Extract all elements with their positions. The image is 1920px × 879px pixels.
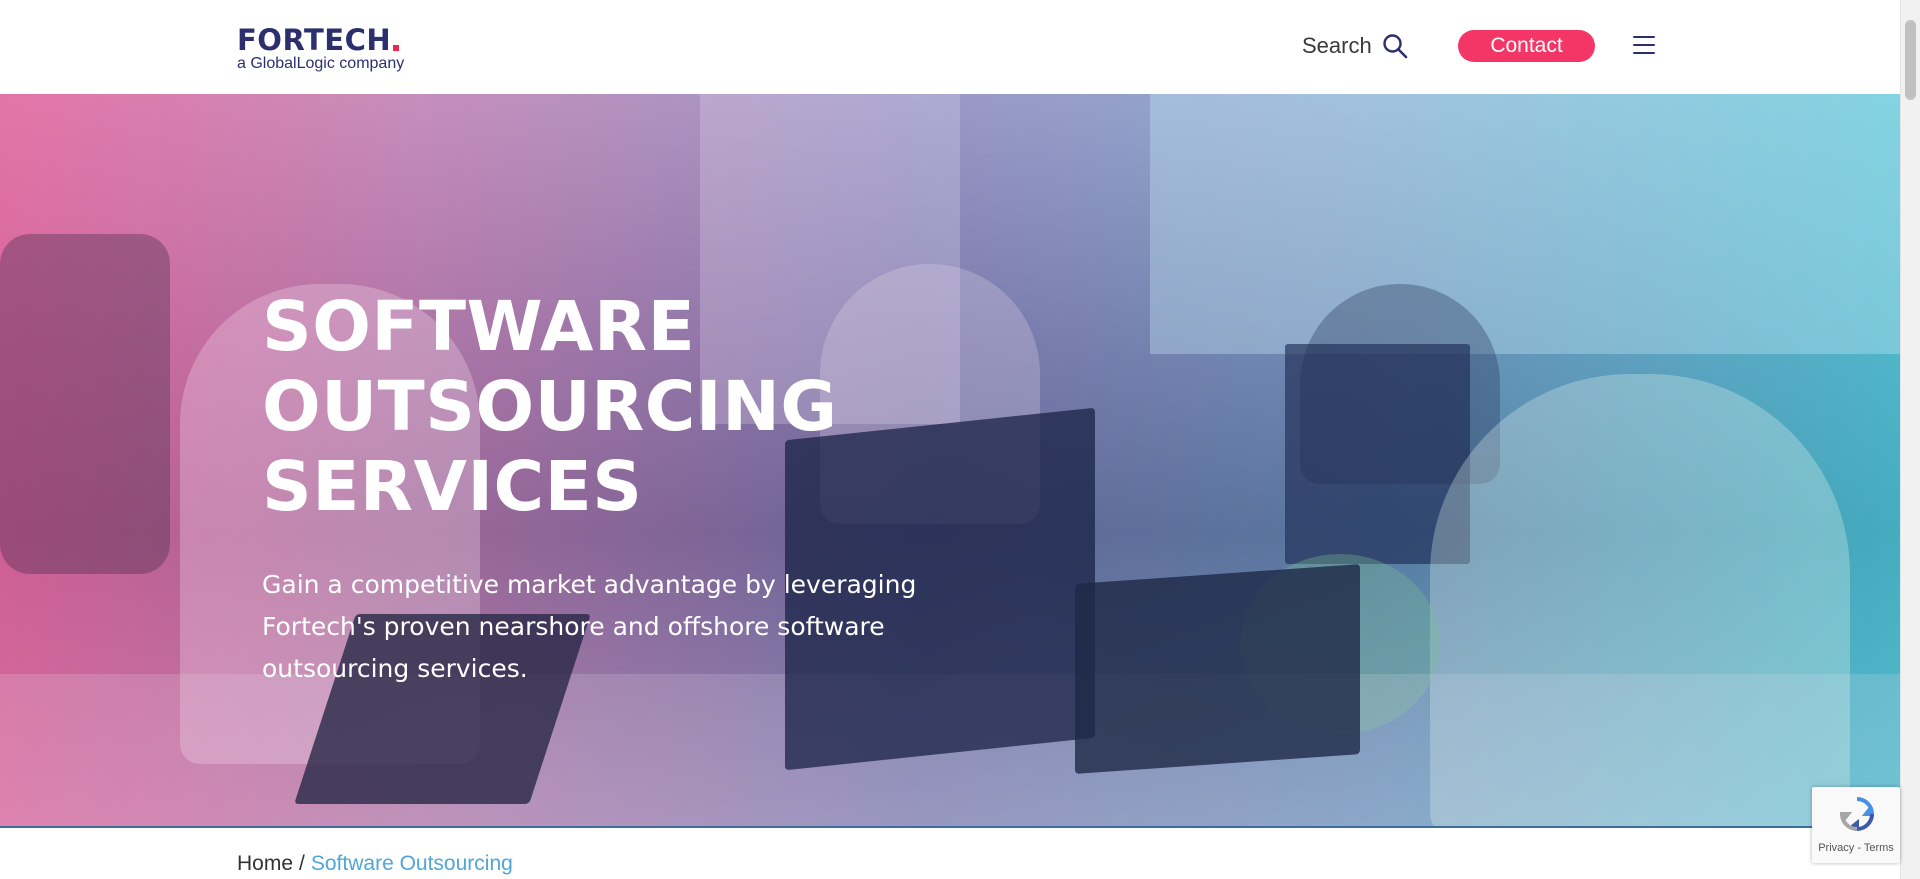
logo-main-text: FORTECH [237, 23, 392, 57]
hero-title-line: OUTSOURCING [262, 367, 838, 447]
hero-description: Gain a competitive market advantage by l… [262, 570, 917, 683]
office-window [1150, 94, 1900, 354]
recaptcha-badge[interactable]: Privacy - Terms [1812, 787, 1900, 863]
contact-button[interactable]: Contact [1458, 30, 1595, 62]
recaptcha-links: Privacy - Terms [1812, 842, 1900, 854]
hamburger-menu-icon[interactable] [1633, 34, 1655, 56]
logo-wordmark: FORTECH [237, 23, 427, 57]
laptop [1075, 564, 1360, 774]
hero-title-line: SERVICES [262, 447, 643, 527]
office-chair [0, 234, 170, 574]
menu-bar [1633, 36, 1655, 38]
menu-bar [1633, 52, 1655, 54]
search-label: Search [1302, 33, 1372, 58]
search-icon [1383, 34, 1408, 59]
search-button[interactable]: Search [1302, 32, 1408, 60]
logo-subtitle: a GlobalLogic company [237, 55, 405, 72]
fortech-logo[interactable]: FORTECH a GlobalLogic company [237, 23, 427, 73]
logo-dot [393, 45, 400, 51]
scrollbar-thumb[interactable] [1905, 20, 1916, 100]
menu-bar [1633, 44, 1655, 46]
breadcrumb-home-link[interactable]: Home [237, 852, 293, 876]
hero-title-line: SOFTWARE [262, 287, 696, 367]
recaptcha-terms-link[interactable]: Terms [1864, 842, 1894, 854]
breadcrumb-current-link[interactable]: Software Outsourcing [311, 852, 513, 876]
hero-banner: SOFTWARE OUTSOURCING SERVICES Gain a com… [0, 94, 1900, 828]
breadcrumb: Home / Software Outsourcing [237, 852, 513, 876]
page-scrollbar[interactable] [1900, 0, 1920, 879]
recaptcha-privacy-link[interactable]: Privacy [1818, 842, 1854, 854]
hero-title: SOFTWARE OUTSOURCING SERVICES [262, 287, 837, 527]
site-header: FORTECH a GlobalLogic company Search Con… [0, 0, 1900, 94]
recaptcha-separator: - [1854, 842, 1864, 854]
recaptcha-icon [1839, 797, 1875, 832]
breadcrumb-separator: / [299, 852, 305, 875]
